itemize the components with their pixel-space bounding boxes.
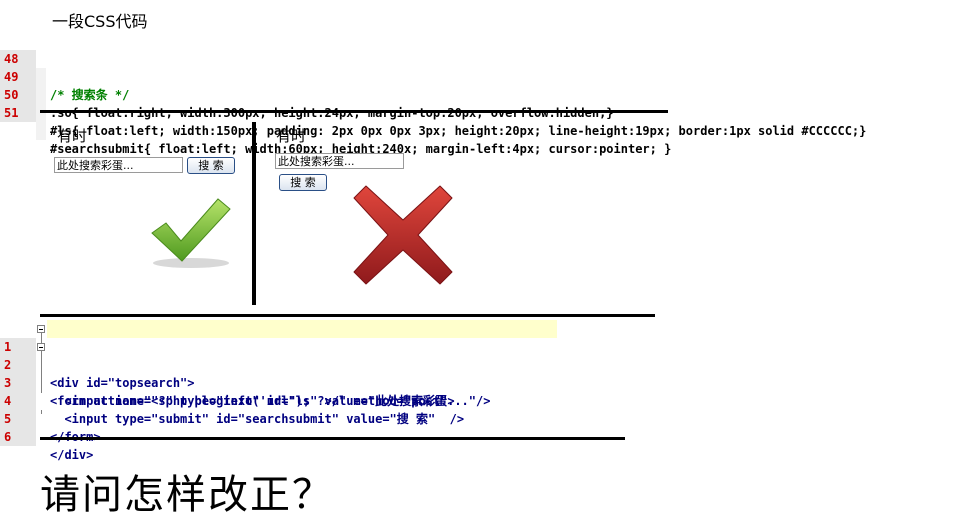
right-search-button[interactable]: 搜 索 bbox=[279, 174, 327, 191]
code-line: 51 #searchsubmit{ float:left; width:60px… bbox=[0, 86, 671, 156]
document-title: 一段CSS代码 bbox=[52, 12, 148, 31]
code-text: .so{ float:right; width:300px; height:24… bbox=[50, 106, 614, 120]
code-line: 4 <input type="submit" id="searchsubmit"… bbox=[0, 374, 464, 426]
question-text: 请问怎样改正？ bbox=[40, 472, 334, 518]
gutter bbox=[36, 104, 46, 122]
fold-toggle-icon[interactable] bbox=[37, 343, 45, 351]
code-line: 6 </div> bbox=[0, 410, 93, 462]
gutter bbox=[36, 68, 46, 86]
fold-toggle-icon[interactable] bbox=[37, 325, 45, 333]
cross-icon bbox=[353, 185, 453, 285]
gutter bbox=[36, 86, 46, 104]
right-panel-label: 有时 bbox=[276, 127, 307, 145]
panel-divider bbox=[252, 122, 256, 305]
code-line: 48 /* 搜索条 */ bbox=[0, 32, 129, 102]
left-search-button[interactable]: 搜 索 bbox=[187, 157, 235, 174]
divider bbox=[40, 437, 625, 440]
code-line: 3 <input name="s" type="text" id="ls" va… bbox=[0, 356, 490, 408]
code-line: 50 #ls{ float:left; width:150px; padding… bbox=[0, 68, 866, 138]
current-line-highlight bbox=[47, 320, 557, 338]
divider bbox=[40, 110, 668, 113]
code-text: <input name="s" type="text" id="ls" valu… bbox=[50, 394, 491, 408]
line-number: 6 bbox=[0, 428, 36, 446]
code-line: 5 </form> bbox=[0, 392, 101, 444]
code-line: 2 <form action="<?php bloginfo('url'); ?… bbox=[0, 338, 455, 408]
fold-guide bbox=[41, 410, 42, 414]
code-line: 49 .so{ float:right; width:300px; height… bbox=[0, 50, 614, 120]
left-search-input[interactable]: 此处搜索彩蛋... bbox=[54, 157, 183, 173]
code-text: <div id="topsearch"> bbox=[50, 376, 195, 390]
gutter bbox=[36, 122, 46, 140]
check-icon bbox=[151, 198, 231, 268]
code-text: #ls{ float:left; width:150px; padding: 2… bbox=[50, 124, 867, 138]
divider bbox=[40, 314, 655, 317]
right-search-input[interactable]: 此处搜索彩蛋... bbox=[275, 153, 404, 169]
code-text: /* 搜索条 */ bbox=[50, 88, 130, 102]
code-text: <input type="submit" id="searchsubmit" v… bbox=[50, 412, 465, 426]
fold-guide bbox=[41, 333, 42, 393]
left-panel-label: 有时 bbox=[57, 127, 88, 145]
line-number: 51 bbox=[0, 104, 36, 122]
code-line: 1 <div id="topsearch"> bbox=[0, 320, 195, 390]
